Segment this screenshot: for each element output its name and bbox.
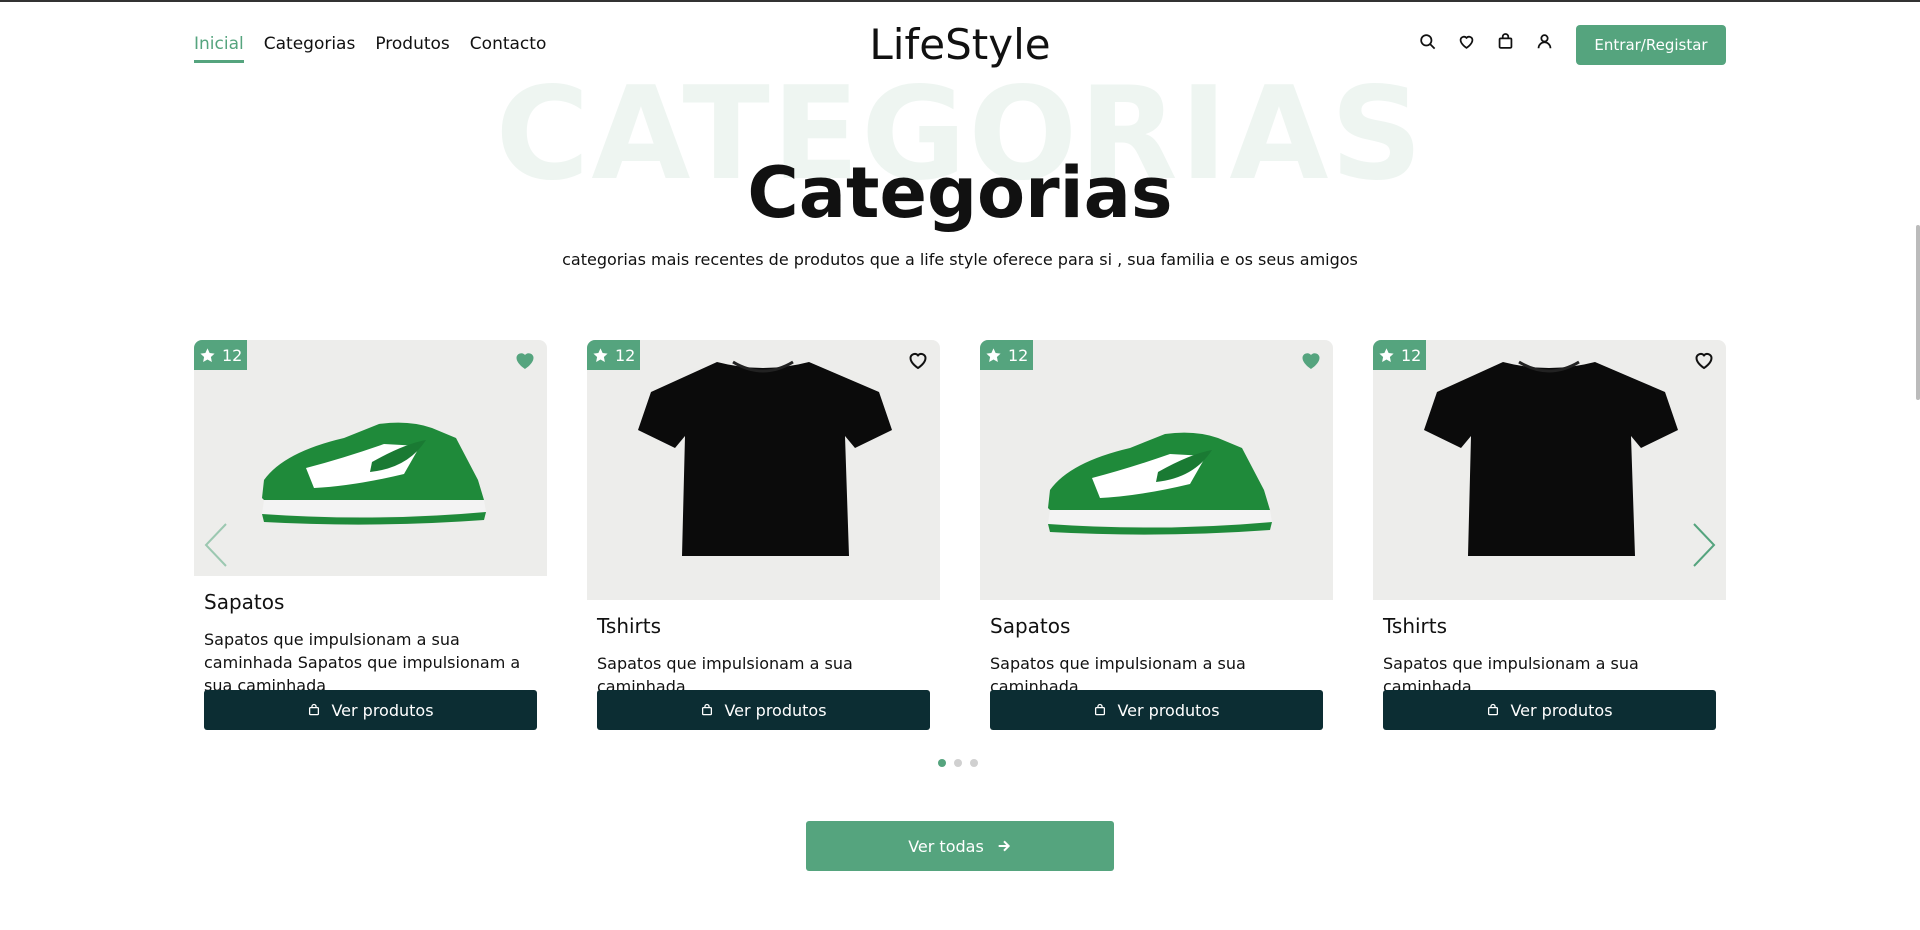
carousel-prev-arrow-icon[interactable]: [203, 522, 229, 568]
bag-icon: [1488, 703, 1499, 716]
favorite-heart-icon[interactable]: [1299, 348, 1323, 372]
bag-icon[interactable]: [1496, 32, 1515, 51]
star-icon: [1379, 347, 1394, 362]
rating-badge: 12: [194, 340, 248, 370]
card-image: 12: [587, 340, 940, 600]
user-icon[interactable]: [1535, 32, 1554, 51]
star-icon: [593, 347, 608, 362]
star-icon: [200, 347, 215, 362]
card-description: Sapatos que impulsionam a sua caminhada …: [204, 630, 521, 695]
bag-icon: [702, 703, 713, 716]
carousel-next-arrow-icon[interactable]: [1691, 522, 1717, 568]
bag-icon: [309, 703, 320, 716]
card-title: Tshirts: [597, 614, 662, 638]
rating-count: 12: [615, 345, 636, 365]
card-image: 12: [1373, 340, 1726, 600]
rating-count: 12: [222, 345, 243, 365]
card-title: Sapatos: [990, 614, 1071, 638]
rating-badge: 12: [980, 340, 1034, 370]
category-card[interactable]: 12 Sapatos Sapatos que impulsionam a sua…: [194, 340, 547, 730]
favorite-heart-icon[interactable]: [513, 348, 537, 372]
category-card[interactable]: 12 Sapatos Sapatos que impulsionam a sua…: [980, 340, 1333, 730]
carousel-pagination: [938, 759, 978, 767]
favorite-heart-icon[interactable]: [906, 348, 930, 372]
rating-count: 12: [1401, 345, 1422, 365]
carousel-dot[interactable]: [954, 759, 962, 767]
section-title: Categorias: [747, 152, 1173, 234]
button-label: Ver produtos: [1117, 700, 1220, 720]
arrow-right-icon: [998, 840, 1010, 852]
tshirt-image: [638, 360, 892, 556]
page-scrollbar[interactable]: [1916, 225, 1920, 400]
view-products-button[interactable]: Ver produtos: [204, 690, 537, 730]
search-icon[interactable]: [1418, 32, 1437, 51]
view-products-button[interactable]: Ver produtos: [597, 690, 930, 730]
card-image: 12: [980, 340, 1333, 600]
tshirt-image: [1424, 360, 1678, 556]
login-register-button[interactable]: Entrar/Registar: [1576, 25, 1726, 65]
view-all-label: Ver todas: [908, 836, 984, 856]
rating-badge: 12: [1373, 340, 1427, 370]
button-label: Ver produtos: [724, 700, 827, 720]
button-label: Ver produtos: [331, 700, 434, 720]
top-border: [0, 0, 1920, 2]
view-all-button[interactable]: Ver todas: [806, 821, 1114, 871]
star-icon: [986, 347, 1001, 362]
section-subtitle: categorias mais recentes de produtos que…: [562, 250, 1358, 269]
rating-badge: 12: [587, 340, 641, 370]
rating-count: 12: [1008, 345, 1029, 365]
sneaker-image: [262, 422, 486, 525]
button-label: Ver produtos: [1510, 700, 1613, 720]
favorite-heart-icon[interactable]: [1692, 348, 1716, 372]
carousel-dot[interactable]: [970, 759, 978, 767]
carousel-dot[interactable]: [938, 759, 946, 767]
view-products-button[interactable]: Ver produtos: [1383, 690, 1716, 730]
header-icons: [1418, 32, 1554, 51]
sneaker-image: [1048, 432, 1272, 535]
card-title: Sapatos: [204, 590, 285, 614]
heart-icon[interactable]: [1457, 32, 1476, 51]
card-title: Tshirts: [1383, 614, 1448, 638]
card-image: 12: [194, 340, 547, 576]
category-card[interactable]: 12 Tshirts Sapatos que impulsionam a sua…: [587, 340, 940, 730]
category-card[interactable]: 12 Tshirts Sapatos que impulsionam a sua…: [1373, 340, 1726, 730]
view-products-button[interactable]: Ver produtos: [990, 690, 1323, 730]
bag-icon: [1095, 703, 1106, 716]
